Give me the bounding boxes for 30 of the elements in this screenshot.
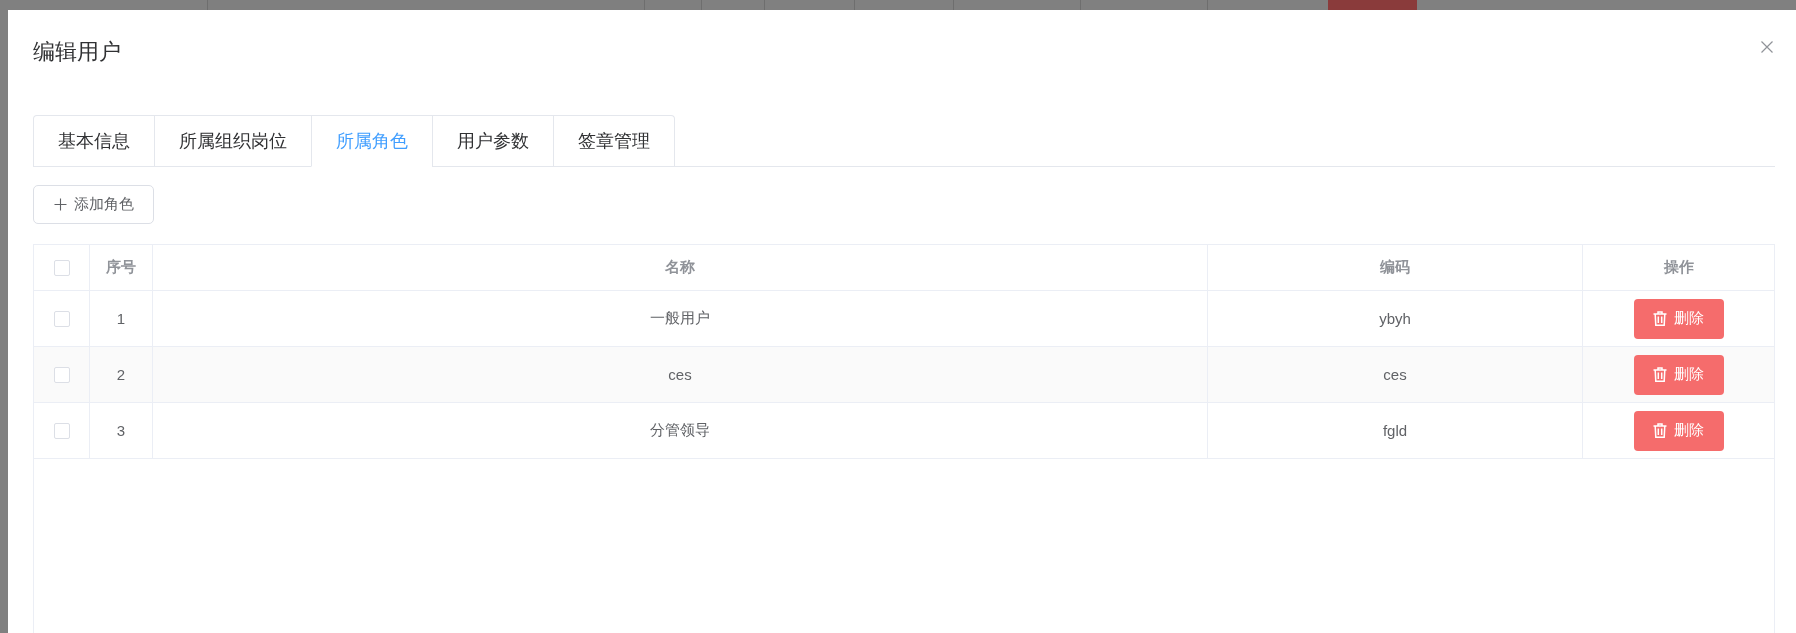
table-cell: 3 bbox=[90, 403, 153, 458]
row-checkbox[interactable] bbox=[53, 310, 70, 327]
tab[interactable]: 用户参数 bbox=[432, 116, 553, 167]
row-checkbox[interactable] bbox=[53, 422, 70, 439]
column-header: 操作 bbox=[1662, 257, 1695, 277]
table-cell: 分管领导 bbox=[153, 403, 1208, 458]
trash-icon bbox=[1653, 311, 1667, 326]
close-icon[interactable] bbox=[1761, 41, 1773, 53]
add-role-button[interactable]: 添加角色 bbox=[33, 185, 154, 224]
table-cell: ces bbox=[153, 347, 1208, 402]
table-cell: 2 bbox=[90, 347, 153, 402]
column-header: 编码 bbox=[1208, 245, 1583, 290]
table-cell: 1 bbox=[90, 291, 153, 346]
trash-icon bbox=[1653, 423, 1667, 438]
table-cell: 一般用户 bbox=[153, 291, 1208, 346]
tab[interactable]: 签章管理 bbox=[553, 116, 674, 167]
search-field[interactable] bbox=[207, 0, 645, 10]
dialog-title: 编辑用户 bbox=[33, 38, 121, 66]
select-all-checkbox[interactable] bbox=[53, 259, 70, 276]
table-cell: fgld bbox=[1208, 403, 1583, 458]
table-cell: ces bbox=[1208, 347, 1583, 402]
plus-icon bbox=[54, 198, 67, 211]
column-header: 名称 bbox=[153, 245, 1208, 290]
column-header: 序号 bbox=[90, 245, 153, 290]
toolbar-button[interactable] bbox=[1328, 0, 1417, 10]
row-checkbox[interactable] bbox=[53, 366, 70, 383]
tab[interactable]: 基本信息 bbox=[34, 116, 154, 167]
trash-icon bbox=[1653, 367, 1667, 382]
tab[interactable]: 所属组织岗位 bbox=[154, 116, 311, 167]
table-cell: ybyh bbox=[1208, 291, 1583, 346]
